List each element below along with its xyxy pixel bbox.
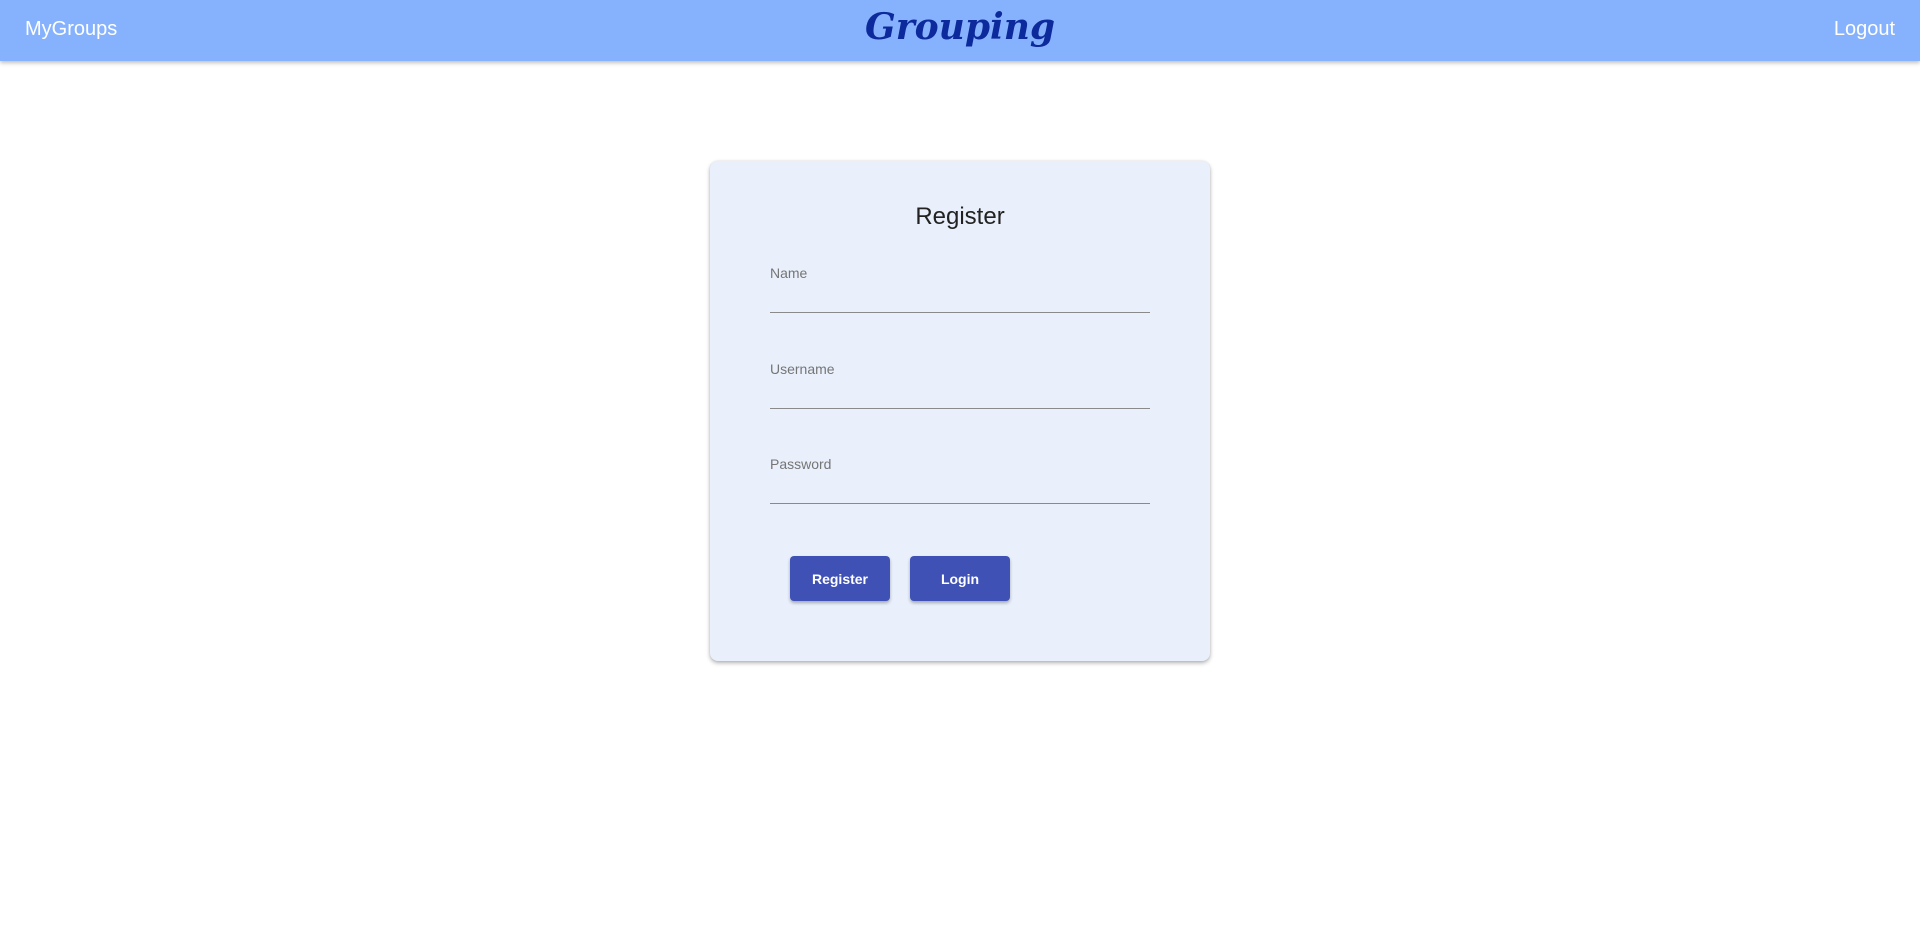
logout-link[interactable]: Logout	[1834, 18, 1895, 41]
brand-logo: Grouping	[864, 6, 1056, 48]
password-input[interactable]	[770, 478, 1150, 504]
password-field: Password	[770, 456, 1150, 508]
name-input[interactable]	[770, 287, 1150, 313]
username-field: Username	[770, 361, 1150, 413]
name-label: Name	[770, 265, 808, 281]
login-button[interactable]: Login	[910, 556, 1010, 601]
password-label: Password	[770, 456, 832, 472]
username-input[interactable]	[770, 383, 1150, 409]
register-button[interactable]: Register	[790, 556, 890, 601]
top-navbar: MyGroups Grouping Logout	[0, 0, 1920, 61]
register-card: Register Name Username Password Register…	[710, 161, 1210, 661]
page-title: Register	[915, 203, 1005, 230]
name-field: Name	[770, 265, 1150, 317]
username-label: Username	[770, 361, 835, 377]
